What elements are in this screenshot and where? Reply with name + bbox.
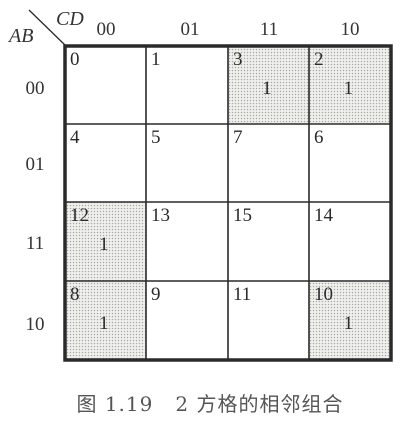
kmap-cell-4: 4 bbox=[65, 124, 146, 202]
kmap-cell-11: 11 bbox=[228, 281, 309, 360]
cell-index-label: 13 bbox=[151, 205, 170, 226]
column-code-1: 01 bbox=[181, 19, 200, 40]
kmap-cell-12: 12 1 bbox=[65, 202, 146, 281]
cell-value-label: 1 bbox=[99, 313, 109, 334]
kmap-cell-1: 1 bbox=[146, 46, 228, 124]
kmap-cell-13: 13 bbox=[146, 202, 228, 281]
cell-value-label: 1 bbox=[344, 313, 354, 334]
col-variable-label: CD bbox=[56, 8, 84, 30]
row-code-1: 01 bbox=[26, 154, 45, 175]
cell-index-label: 10 bbox=[314, 284, 333, 305]
cell-index-label: 7 bbox=[233, 127, 243, 148]
kmap-cell-14: 14 bbox=[309, 202, 391, 281]
column-codes: 00 01 11 10 bbox=[97, 19, 360, 40]
column-code-3: 10 bbox=[341, 19, 360, 40]
cell-index-label: 2 bbox=[314, 49, 324, 70]
kmap-cell-8: 81 bbox=[65, 281, 146, 360]
kmap-cell-6: 6 bbox=[309, 124, 391, 202]
cell-index-label: 12 bbox=[70, 205, 89, 226]
figure-caption: 图 1.19 2 方格的相邻组合 bbox=[76, 392, 344, 416]
column-code-2: 11 bbox=[260, 19, 278, 40]
cell-value-label: 1 bbox=[262, 78, 272, 99]
kmap-cell-9: 9 bbox=[146, 281, 228, 360]
karnaugh-map-figure: CD AB 00 01 11 10 00011110 0 1 31214 5 7 612113 1… bbox=[7, 8, 393, 362]
cell-index-label: 9 bbox=[151, 284, 161, 305]
cell-index-label: 14 bbox=[314, 205, 334, 226]
kmap-cell-3: 31 bbox=[228, 46, 309, 124]
cell-index-label: 6 bbox=[314, 127, 324, 148]
kmap-cell-10: 10 1 bbox=[309, 281, 391, 360]
kmap-cell-7: 7 bbox=[228, 124, 309, 202]
column-code-0: 00 bbox=[97, 19, 116, 40]
row-variable-label: AB bbox=[7, 25, 33, 47]
row-codes: 00 01 11 10 bbox=[26, 78, 45, 335]
cell-index-label: 8 bbox=[70, 284, 80, 305]
kmap-cell-15: 15 bbox=[228, 202, 309, 281]
kmap-cell-2: 21 bbox=[309, 46, 391, 124]
cell-index-label: 0 bbox=[70, 49, 80, 70]
row-code-2: 11 bbox=[26, 233, 44, 254]
cell-index-label: 4 bbox=[70, 127, 80, 148]
cell-index-label: 11 bbox=[233, 284, 251, 305]
kmap-cell-5: 5 bbox=[146, 124, 228, 202]
cell-value-label: 1 bbox=[99, 234, 109, 255]
cell-index-label: 5 bbox=[151, 127, 161, 148]
kmap-cell-0: 0 bbox=[65, 46, 146, 124]
row-code-3: 10 bbox=[26, 314, 45, 335]
cell-index-label: 1 bbox=[151, 49, 161, 70]
row-code-0: 00 bbox=[26, 78, 45, 99]
cell-index-label: 3 bbox=[233, 49, 243, 70]
cell-value-label: 1 bbox=[344, 78, 354, 99]
cell-index-label: 15 bbox=[233, 205, 252, 226]
